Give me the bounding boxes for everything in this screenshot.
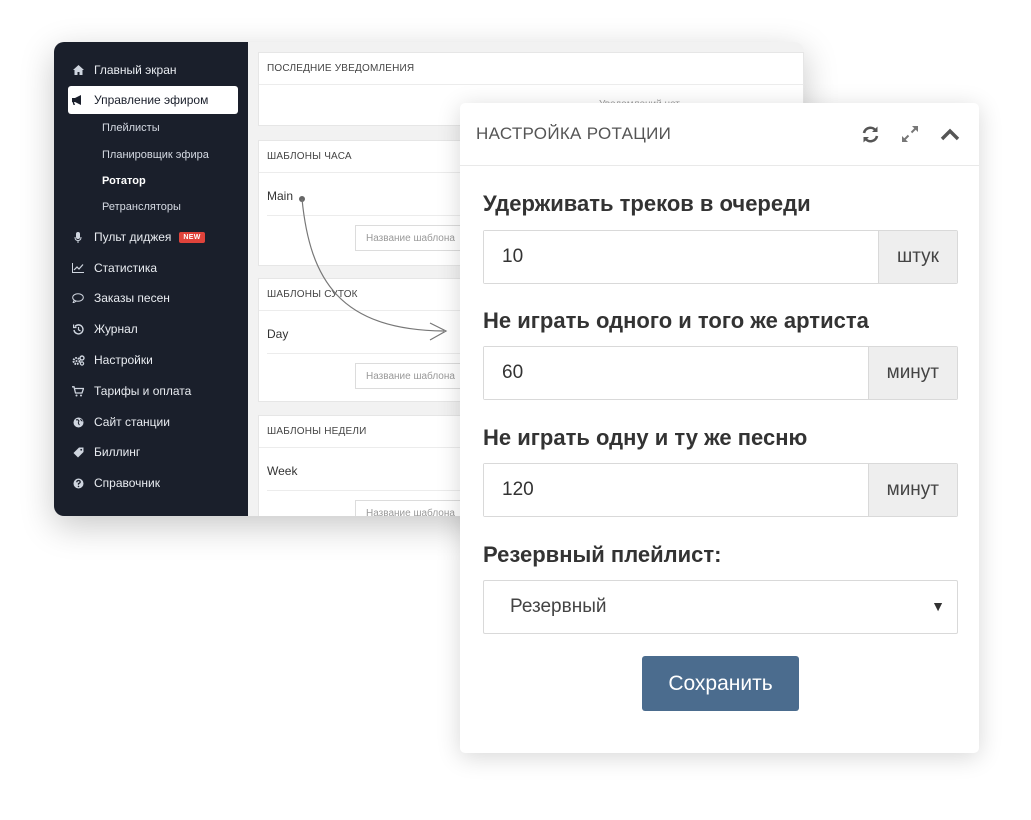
sidebar-item-billing[interactable]: Биллинг	[68, 438, 238, 466]
new-badge: NEW	[179, 231, 205, 243]
song-separation-group: минут	[483, 463, 958, 517]
fallback-playlist-select[interactable]: Резервный ▼	[483, 580, 958, 634]
sidebar-item-label: Справочник	[94, 476, 160, 490]
megaphone-icon	[68, 95, 88, 105]
microphone-icon	[68, 231, 88, 243]
chat-icon	[68, 293, 88, 303]
sidebar-subitem-label: Ретрансляторы	[102, 201, 181, 213]
sidebar-item-label: Управление эфиром	[94, 93, 209, 107]
cart-icon	[68, 385, 88, 397]
sidebar-subitem-label: Планировщик эфира	[102, 149, 209, 161]
song-separation-input[interactable]	[484, 464, 868, 516]
sidebar-item-label: Заказы песен	[94, 291, 170, 305]
dropdown-arrow-icon: ▼	[931, 598, 945, 614]
save-button[interactable]: Сохранить	[642, 656, 799, 711]
sidebar-subitem-label: Ротатор	[102, 175, 146, 187]
sidebar-item-label: Главный экран	[94, 63, 177, 77]
sidebar-item-label: Пульт диджея	[94, 230, 172, 244]
sidebar: Главный экран Управление эфиром Плейлист…	[54, 42, 248, 516]
sidebar-item-label: Настройки	[94, 353, 153, 367]
expand-icon[interactable]	[899, 123, 921, 145]
template-row-main[interactable]: Main	[267, 189, 293, 203]
sidebar-item-label: Статистика	[94, 261, 158, 275]
panel-header: НАСТРОЙКА РОТАЦИИ	[460, 103, 979, 166]
sidebar-item-reference[interactable]: Справочник	[68, 469, 238, 497]
sidebar-item-label: Сайт станции	[94, 415, 170, 429]
fallback-playlist-label: Резервный плейлист:	[483, 542, 722, 567]
history-icon	[68, 323, 88, 335]
sidebar-subitem-playlists[interactable]: Плейлисты	[102, 118, 160, 138]
sidebar-subitem-relays[interactable]: Ретрансляторы	[102, 197, 181, 217]
collapse-chevron-up-icon[interactable]	[939, 123, 961, 145]
artist-separation-group: минут	[483, 346, 958, 400]
song-separation-unit: минут	[867, 464, 957, 516]
rotation-settings-panel: НАСТРОЙКА РОТАЦИИ Удерживать треков в оч…	[460, 103, 979, 753]
sidebar-item-label: Журнал	[94, 322, 138, 336]
artist-separation-input[interactable]	[484, 347, 868, 399]
sidebar-item-dj-console[interactable]: Пульт диджея NEW	[68, 223, 238, 251]
sidebar-item-station-site[interactable]: Сайт станции	[68, 408, 238, 436]
sidebar-subitem-rotator[interactable]: Ротатор	[102, 171, 146, 191]
panel-title: НАСТРОЙКА РОТАЦИИ	[476, 124, 672, 143]
refresh-icon[interactable]	[859, 123, 881, 145]
home-icon	[68, 65, 88, 75]
sidebar-subitem-label: Плейлисты	[102, 122, 160, 134]
song-separation-label: Не играть одну и ту же песню	[483, 425, 808, 450]
sidebar-item-statistics[interactable]: Статистика	[68, 254, 238, 282]
gears-icon	[68, 354, 88, 366]
question-icon	[68, 478, 88, 489]
sidebar-item-settings[interactable]: Настройки	[68, 346, 238, 374]
queue-tracks-label: Удерживать треков в очереди	[483, 191, 811, 216]
template-row-day[interactable]: Day	[267, 327, 288, 341]
template-row-week[interactable]: Week	[267, 464, 297, 478]
sidebar-item-song-requests[interactable]: Заказы песен	[68, 284, 238, 312]
sidebar-item-journal[interactable]: Журнал	[68, 315, 238, 343]
sidebar-item-label: Биллинг	[94, 445, 141, 459]
fallback-playlist-value: Резервный	[510, 596, 607, 617]
globe-icon	[68, 417, 88, 428]
queue-tracks-input[interactable]	[484, 231, 879, 283]
queue-tracks-unit: штук	[878, 231, 957, 283]
chart-icon	[68, 263, 88, 273]
sidebar-subitem-scheduler[interactable]: Планировщик эфира	[102, 145, 209, 165]
sidebar-item-broadcast[interactable]: Управление эфиром	[68, 86, 238, 114]
artist-separation-label: Не играть одного и того же артиста	[483, 308, 869, 333]
sidebar-item-home[interactable]: Главный экран	[68, 56, 238, 84]
queue-tracks-group: штук	[483, 230, 958, 284]
tag-icon	[68, 447, 88, 458]
artist-separation-unit: минут	[867, 347, 957, 399]
card-title: ПОСЛЕДНИЕ УВЕДОМЛЕНИЯ	[259, 53, 803, 85]
sidebar-item-label: Тарифы и оплата	[94, 384, 192, 398]
sidebar-item-tariffs[interactable]: Тарифы и оплата	[68, 377, 238, 405]
